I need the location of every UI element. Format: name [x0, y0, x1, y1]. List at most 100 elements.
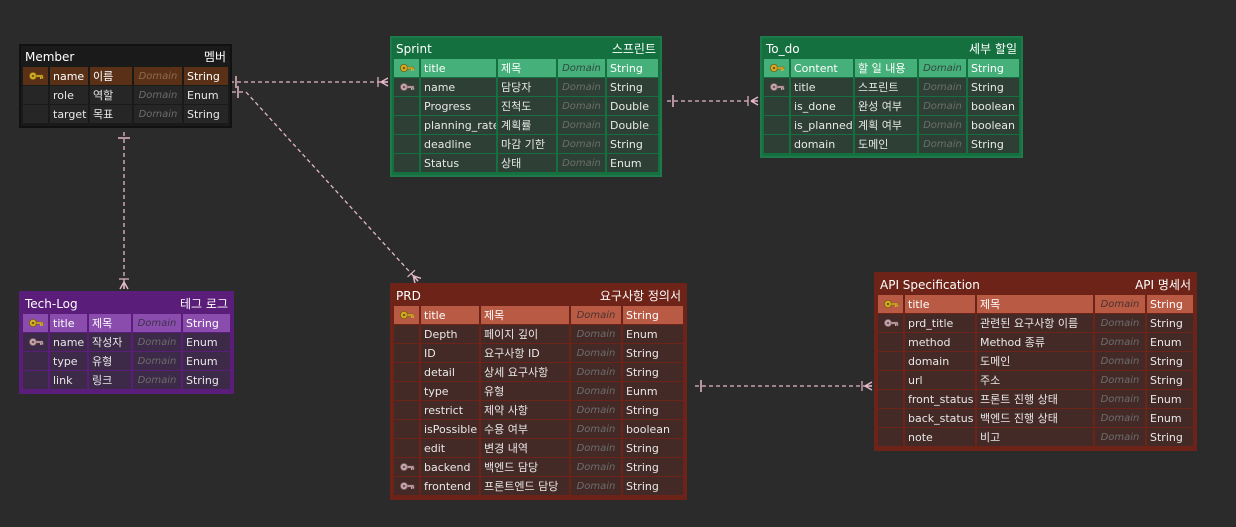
key-cell — [394, 382, 419, 400]
table-row[interactable]: url 주소 Domain String — [878, 371, 1193, 390]
table-row[interactable]: target 목표 Domain String — [23, 105, 228, 124]
table-row[interactable]: type 유형 Domain Eunm — [394, 382, 683, 401]
key-cell — [764, 78, 789, 96]
table-header[interactable]: Tech-Log 테그 로그 — [23, 293, 230, 314]
table-row[interactable]: is_planned 계획 여부 Domain boolean — [764, 116, 1019, 135]
key-cell — [394, 439, 419, 457]
table-row[interactable]: title 제목 Domain String — [878, 295, 1193, 314]
column-alias: 유형 — [89, 352, 131, 370]
table-row[interactable]: title 제목 Domain String — [394, 306, 683, 325]
table-header[interactable]: API Specification API 명세서 — [878, 274, 1193, 295]
table-member[interactable]: Member 멤버 name 이름 Domain String role 역할 Domain En… — [19, 44, 232, 128]
column-domain: Domain — [919, 97, 966, 115]
relationship-member-sprint[interactable] — [230, 76, 389, 88]
column-alias: 완성 여부 — [855, 97, 917, 115]
column-domain: Domain — [571, 306, 621, 324]
column-type: String — [607, 78, 658, 96]
column-domain: Domain — [558, 97, 605, 115]
table-todo[interactable]: To_do 세부 할일 Content 할 일 내용 Domain String title… — [760, 36, 1023, 158]
key-cell — [878, 390, 903, 408]
column-alias: 프론트엔드 담당 — [481, 477, 569, 495]
column-domain: Domain — [558, 135, 605, 153]
table-row[interactable]: name 담당자 Domain String — [394, 78, 658, 97]
foreign-key-icon — [28, 337, 44, 347]
table-row[interactable]: title 제목 Domain String — [23, 314, 230, 333]
table-row[interactable]: Status 상태 Domain Enum — [394, 154, 658, 173]
primary-key-icon — [883, 299, 899, 309]
column-type: String — [623, 439, 683, 457]
column-alias: 상세 요구사항 — [481, 363, 569, 381]
table-row[interactable]: Progress 진척도 Domain Double — [394, 97, 658, 116]
table-row[interactable]: Depth 페이지 깊이 Domain Enum — [394, 325, 683, 344]
column-type: Enum — [623, 325, 683, 343]
column-alias: 도메인 — [855, 135, 917, 153]
column-alias: 스프린트 — [855, 78, 917, 96]
column-domain: Domain — [133, 371, 181, 389]
table-header[interactable]: To_do 세부 할일 — [764, 38, 1019, 59]
table-row[interactable]: name 이름 Domain String — [23, 67, 228, 86]
table-header[interactable]: PRD 요구사항 정의서 — [394, 285, 683, 306]
table-header[interactable]: Sprint 스프린트 — [394, 38, 658, 59]
table-api[interactable]: API Specification API 명세서 title 제목 Domain Str… — [874, 272, 1197, 451]
column-name: title — [791, 78, 853, 96]
table-sprint[interactable]: Sprint 스프린트 title 제목 Domain String name 담당자 Doma… — [390, 36, 662, 177]
column-domain: Domain — [133, 352, 181, 370]
column-alias: 변경 내역 — [481, 439, 569, 457]
table-row[interactable]: deadline 마감 기한 Domain String — [394, 135, 658, 154]
column-name: frontend — [421, 477, 479, 495]
table-row[interactable]: ID 요구사항 ID Domain String — [394, 344, 683, 363]
table-name: Tech-Log — [25, 296, 78, 311]
table-alias: 세부 할일 — [969, 42, 1017, 56]
table-row[interactable]: domain 도메인 Domain String — [878, 352, 1193, 371]
key-cell — [394, 59, 419, 77]
key-cell — [23, 333, 48, 351]
column-type: String — [607, 135, 658, 153]
table-name: API Specification — [880, 277, 980, 292]
key-cell — [878, 428, 903, 446]
table-row[interactable]: domain 도메인 Domain String — [764, 135, 1019, 154]
key-cell — [394, 154, 419, 172]
table-row[interactable]: backend 백엔드 담당 Domain String — [394, 458, 683, 477]
column-type: String — [1147, 314, 1193, 332]
table-row[interactable]: restrict 제약 사항 Domain String — [394, 401, 683, 420]
table-row[interactable]: back_status 백엔드 진행 상태 Domain Enum — [878, 409, 1193, 428]
table-row[interactable]: method Method 종류 Domain Enum — [878, 333, 1193, 352]
table-row[interactable]: front_status 프론트 진행 상태 Domain Enum — [878, 390, 1193, 409]
column-alias: 관련된 요구사항 이름 — [977, 314, 1093, 332]
key-cell — [878, 352, 903, 370]
column-domain: Domain — [558, 78, 605, 96]
table-row[interactable]: role 역할 Domain Enum — [23, 86, 228, 105]
relationship-member-techlog[interactable] — [118, 132, 130, 290]
column-type: String — [1147, 371, 1193, 389]
table-row[interactable]: title 스프린트 Domain String — [764, 78, 1019, 97]
table-row[interactable]: type 유형 Domain Enum — [23, 352, 230, 371]
table-row[interactable]: name 작성자 Domain Enum — [23, 333, 230, 352]
foreign-key-icon — [399, 481, 415, 491]
table-row[interactable]: note 비고 Domain String — [878, 428, 1193, 447]
column-name: target — [50, 105, 88, 123]
column-name: domain — [791, 135, 853, 153]
table-row[interactable]: edit 변경 내역 Domain String — [394, 439, 683, 458]
key-cell — [394, 363, 419, 381]
relationship-sprint-todo[interactable] — [667, 95, 759, 107]
table-row[interactable]: title 제목 Domain String — [394, 59, 658, 78]
table-row[interactable]: is_done 완성 여부 Domain boolean — [764, 97, 1019, 116]
relationship-prd-api[interactable] — [695, 380, 873, 392]
table-row[interactable]: link 링크 Domain String — [23, 371, 230, 390]
column-domain: Domain — [1095, 333, 1145, 351]
table-techlog[interactable]: Tech-Log 테그 로그 title 제목 Domain String name 작성자 D… — [19, 291, 234, 394]
column-domain: Domain — [134, 67, 182, 85]
primary-key-icon — [399, 310, 415, 320]
table-row[interactable]: planning_rate 계획률 Domain Double — [394, 116, 658, 135]
table-header[interactable]: Member 멤버 — [23, 46, 228, 67]
table-row[interactable]: prd_title 관련된 요구사항 이름 Domain String — [878, 314, 1193, 333]
table-row[interactable]: frontend 프론트엔드 담당 Domain String — [394, 477, 683, 496]
key-cell — [764, 97, 789, 115]
many-marker — [380, 77, 389, 87]
table-row[interactable]: detail 상세 요구사항 Domain String — [394, 363, 683, 382]
table-prd[interactable]: PRD 요구사항 정의서 title 제목 Domain String Depth 페이지 깊… — [390, 283, 687, 500]
primary-key-icon — [28, 318, 44, 328]
table-row[interactable]: Content 할 일 내용 Domain String — [764, 59, 1019, 78]
table-row[interactable]: isPossible 수용 여부 Domain boolean — [394, 420, 683, 439]
column-alias: 상태 — [498, 154, 556, 172]
